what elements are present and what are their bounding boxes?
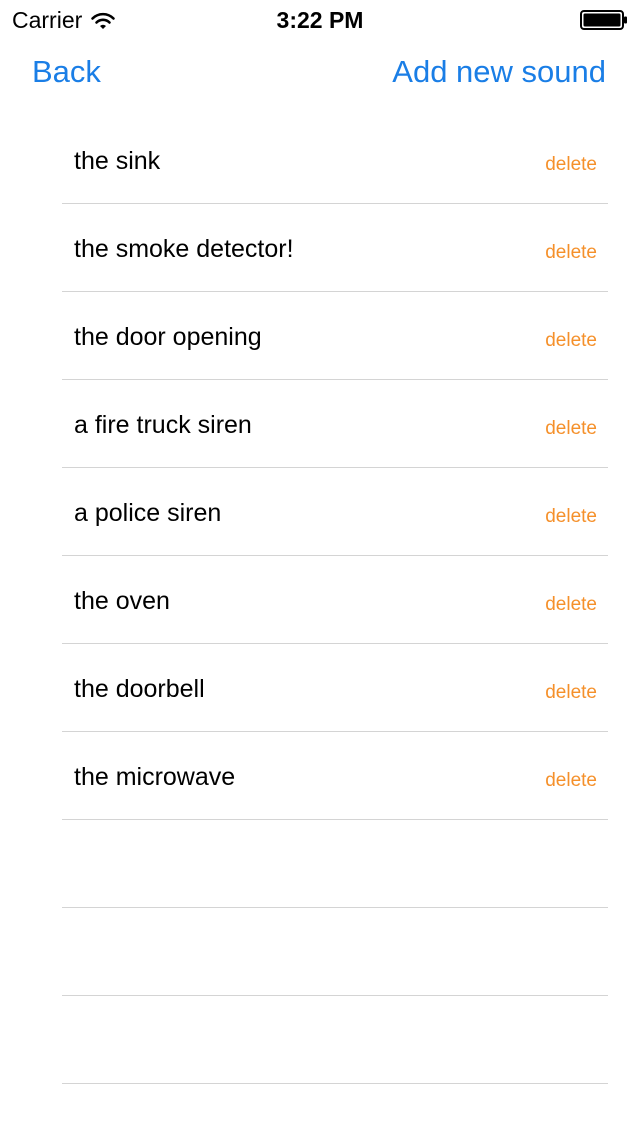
delete-button[interactable]: delete [545, 329, 597, 353]
list-item[interactable]: a fire truck siren delete [62, 380, 608, 468]
status-time: 3:22 PM [276, 7, 364, 33]
navigation-bar: Back Add new sound [0, 40, 640, 104]
sound-label: the door opening [74, 323, 262, 351]
empty-row [62, 996, 608, 1084]
status-bar: Carrier 3:22 PM [0, 0, 640, 40]
list-item[interactable]: the microwave delete [62, 732, 608, 820]
delete-button[interactable]: delete [545, 241, 597, 265]
empty-row [62, 820, 608, 908]
sound-label: a police siren [74, 499, 222, 527]
sound-list: the sink delete the smoke detector! dele… [62, 116, 608, 1084]
list-item[interactable]: the oven delete [62, 556, 608, 644]
delete-button[interactable]: delete [545, 505, 597, 529]
list-item[interactable]: the smoke detector! delete [62, 204, 608, 292]
delete-button[interactable]: delete [545, 681, 597, 705]
list-item[interactable]: the door opening delete [62, 292, 608, 380]
sound-label: the sink [74, 147, 161, 175]
battery-icon [580, 10, 627, 30]
delete-button[interactable]: delete [545, 593, 597, 617]
list-item[interactable]: a police siren delete [62, 468, 608, 556]
delete-button[interactable]: delete [545, 153, 597, 177]
sound-label: the oven [74, 587, 170, 615]
delete-button[interactable]: delete [545, 417, 597, 441]
list-item[interactable]: the doorbell delete [62, 644, 608, 732]
sound-label: the smoke detector! [74, 235, 294, 263]
back-button[interactable]: Back [32, 54, 101, 90]
list-item[interactable]: the sink delete [62, 116, 608, 204]
sound-label: the doorbell [74, 675, 205, 703]
sound-label: the microwave [74, 763, 236, 791]
delete-button[interactable]: delete [545, 769, 597, 793]
empty-row [62, 908, 608, 996]
add-new-sound-button[interactable]: Add new sound [392, 54, 606, 90]
sound-label: a fire truck siren [74, 411, 252, 439]
